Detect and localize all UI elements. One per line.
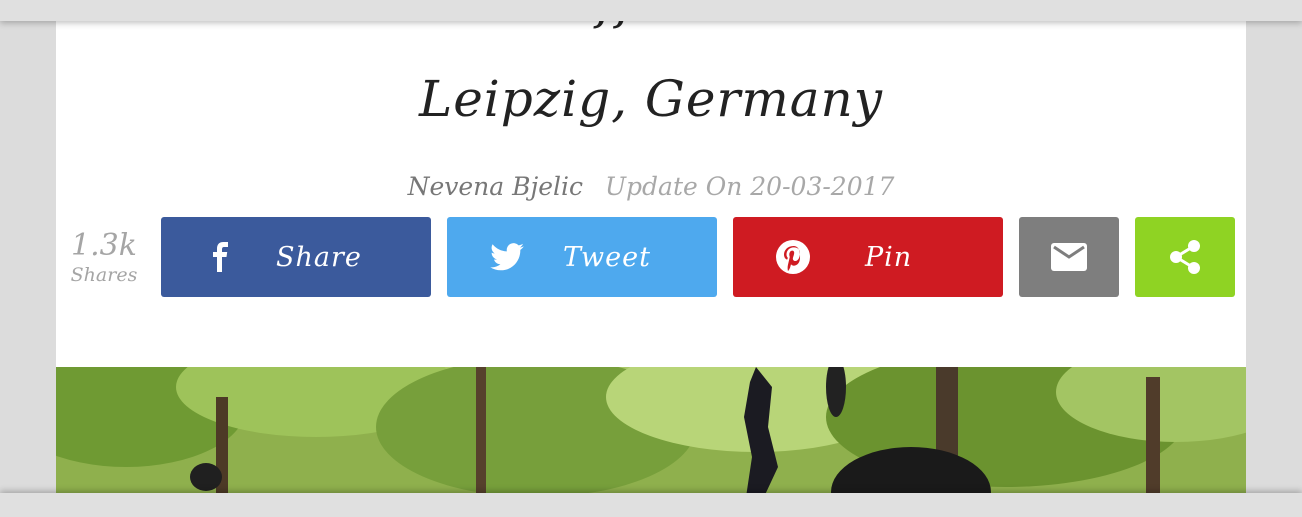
- facebook-share-label: Share: [276, 241, 362, 273]
- pinterest-icon: [775, 239, 811, 275]
- author-link[interactable]: Nevena Bjelic: [408, 172, 583, 201]
- share-count-label: Shares: [70, 264, 138, 286]
- top-toolbar: [0, 0, 1302, 21]
- more-share-button[interactable]: [1135, 217, 1235, 297]
- twitter-tweet-label: Tweet: [563, 241, 651, 273]
- twitter-tweet-button[interactable]: Tweet: [447, 217, 717, 297]
- byline: Nevena Bjelic Update On 20-03-2017: [56, 172, 1246, 201]
- bottom-toolbar: [0, 493, 1302, 517]
- facebook-share-button[interactable]: Share: [161, 217, 431, 297]
- email-share-button[interactable]: [1019, 217, 1119, 297]
- article-hero-image: [56, 367, 1246, 497]
- email-icon: [1051, 243, 1087, 271]
- share-icon: [1168, 239, 1202, 275]
- article-title-line-2: Leipzig, Germany: [418, 70, 884, 128]
- twitter-icon: [490, 243, 524, 271]
- share-count: 1.3k: [71, 228, 137, 263]
- update-date: Update On 20-03-2017: [604, 172, 895, 201]
- facebook-icon: [209, 242, 233, 272]
- share-counter: 1.3k Shares: [64, 228, 144, 286]
- pinterest-pin-button[interactable]: Pin: [733, 217, 1003, 297]
- pinterest-pin-label: Pin: [865, 241, 913, 273]
